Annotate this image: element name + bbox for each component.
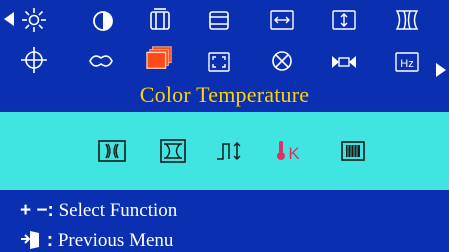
svg-text:K: K — [288, 144, 300, 163]
degauss-icon[interactable] — [268, 49, 296, 73]
color-select-icon[interactable] — [338, 136, 368, 166]
h-size-icon[interactable] — [146, 8, 174, 32]
left-arrow-icon[interactable] — [2, 9, 16, 29]
previous-menu-label: Previous Menu — [57, 230, 174, 251]
osd-menu: Hz Color Temperature K + −: Select Funct… — [0, 0, 449, 252]
contrast-icon[interactable] — [89, 9, 117, 33]
svg-text:Hz: Hz — [400, 58, 413, 70]
input-select-icon[interactable] — [330, 50, 358, 74]
select-function-label: Select Function — [58, 200, 178, 221]
color-temperature-icon[interactable] — [146, 46, 174, 70]
v-size-icon[interactable] — [205, 8, 233, 32]
pincushion-icon[interactable] — [393, 8, 421, 32]
recall-icon[interactable] — [87, 49, 115, 73]
help-select-function: + −: Select Function — [20, 200, 177, 222]
pincushion-adjust-icon[interactable] — [97, 136, 127, 166]
exit-door-icon — [21, 231, 39, 249]
plus-minus-keys-label: + −: — [20, 200, 54, 221]
moire-adjust-icon[interactable] — [215, 136, 245, 166]
right-arrow-icon[interactable] — [434, 60, 448, 80]
geometry-icon[interactable] — [20, 47, 48, 73]
help-previous-menu: : Previous Menu — [20, 229, 173, 252]
exit-key-label: : — [46, 230, 54, 251]
h-position-icon[interactable] — [268, 8, 296, 32]
v-position-icon[interactable] — [330, 8, 358, 32]
hz-icon[interactable]: Hz — [393, 50, 421, 74]
zoom-icon[interactable] — [205, 50, 233, 74]
trapezoid-adjust-icon[interactable] — [158, 136, 188, 166]
color-kelvin-icon[interactable]: K — [274, 136, 304, 166]
menu-title: Color Temperature — [139, 82, 310, 107]
brightness-icon[interactable] — [20, 8, 48, 32]
